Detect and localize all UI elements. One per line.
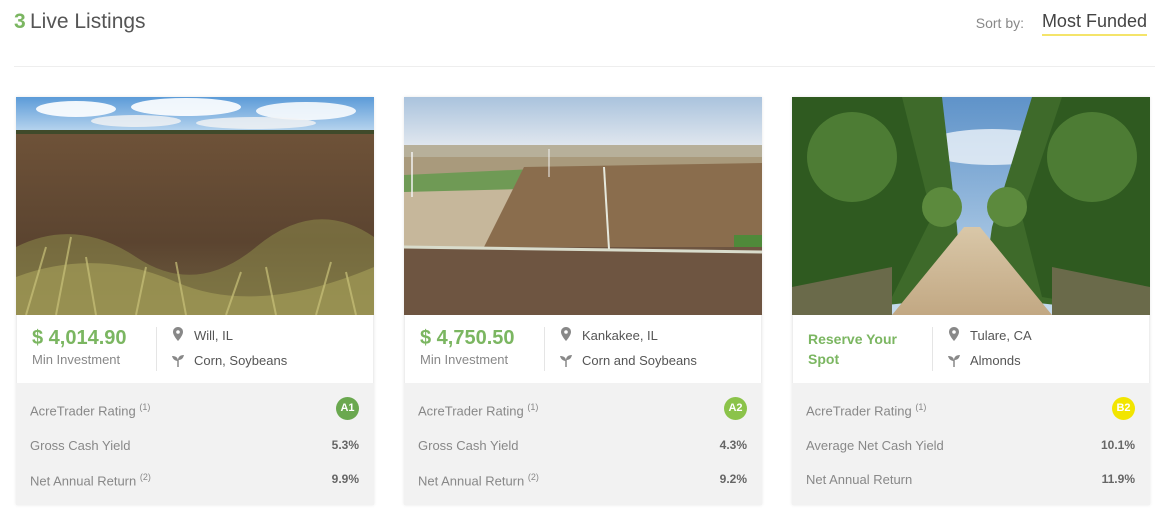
rating-badge: A1 — [336, 397, 359, 420]
yield-value: 4.3% — [719, 438, 747, 452]
sprout-icon — [948, 355, 960, 367]
rating-label: AcreTrader Rating (1) — [418, 402, 539, 419]
listing-card[interactable]: $ 4,014.90 Min Investment Will, IL Corn,… — [16, 97, 374, 505]
listing-metrics: AcreTrader Rating (1) A2 Gross Cash Yiel… — [404, 383, 762, 505]
min-investment-label: Min Investment — [32, 352, 121, 367]
sort-dropdown[interactable]: Most Funded — [1041, 11, 1147, 36]
location-text: Will, IL — [194, 328, 233, 343]
yield-label: Average Net Cash Yield — [806, 438, 944, 453]
sprout-icon — [172, 355, 184, 367]
map-pin-icon — [949, 327, 959, 341]
min-investment-label: Min Investment — [420, 352, 509, 367]
location-text: Tulare, CA — [970, 328, 1032, 343]
rating-label: AcreTrader Rating (1) — [806, 402, 927, 419]
return-label: Net Annual Return (2) — [418, 472, 539, 489]
yield-value: 10.1% — [1100, 438, 1135, 452]
listing-card[interactable]: Reserve Your Spot Tulare, CA Almonds Acr… — [792, 97, 1150, 505]
map-pin-icon — [561, 327, 571, 341]
min-investment-amount: $ 4,014.90 — [32, 327, 127, 349]
listing-card[interactable]: $ 4,750.50 Min Investment Kankakee, IL C… — [404, 97, 762, 505]
yield-value: 5.3% — [331, 438, 359, 452]
summary-divider — [544, 327, 545, 371]
return-label: Net Annual Return (2) — [30, 472, 151, 489]
farm-field-photo[interactable] — [16, 97, 374, 315]
return-value: 9.9% — [331, 472, 359, 486]
summary-divider — [156, 327, 157, 371]
crop-text: Corn, Soybeans — [194, 353, 288, 368]
map-pin-icon — [173, 327, 183, 341]
return-label: Net Annual Return — [806, 472, 913, 487]
listing-count: 3 — [14, 10, 26, 33]
sprout-icon — [560, 355, 572, 367]
yield-label: Gross Cash Yield — [418, 438, 519, 453]
rating-badge: A2 — [724, 397, 747, 420]
location-text: Kankakee, IL — [582, 328, 658, 343]
header-divider — [14, 66, 1155, 67]
return-value: 9.2% — [719, 472, 747, 486]
listing-metrics: AcreTrader Rating (1) B2 Average Net Cas… — [792, 383, 1150, 505]
summary-divider — [932, 327, 933, 371]
min-investment-amount: $ 4,750.50 — [420, 327, 515, 349]
sort-label: Sort by: — [975, 15, 1024, 31]
return-value: 11.9% — [1101, 472, 1135, 486]
listings-header: 3 Live Listings Sort by: Most Funded — [14, 10, 1149, 38]
rating-label: AcreTrader Rating (1) — [30, 402, 151, 419]
rating-badge: B2 — [1112, 397, 1135, 420]
page-title: Live Listings — [30, 10, 146, 33]
almond-orchard-photo[interactable] — [792, 97, 1150, 315]
listing-summary: $ 4,014.90 Min Investment Will, IL Corn,… — [16, 315, 374, 383]
listing-summary: $ 4,750.50 Min Investment Kankakee, IL C… — [404, 315, 762, 383]
yield-label: Gross Cash Yield — [30, 438, 131, 453]
crop-text: Corn and Soybeans — [582, 353, 697, 368]
reserve-spot-link[interactable]: Reserve Your Spot — [808, 329, 918, 369]
aerial-farmland-photo[interactable] — [404, 97, 762, 315]
listing-metrics: AcreTrader Rating (1) A1 Gross Cash Yiel… — [16, 383, 374, 505]
listing-summary: Reserve Your Spot Tulare, CA Almonds — [792, 315, 1150, 383]
crop-text: Almonds — [970, 353, 1021, 368]
